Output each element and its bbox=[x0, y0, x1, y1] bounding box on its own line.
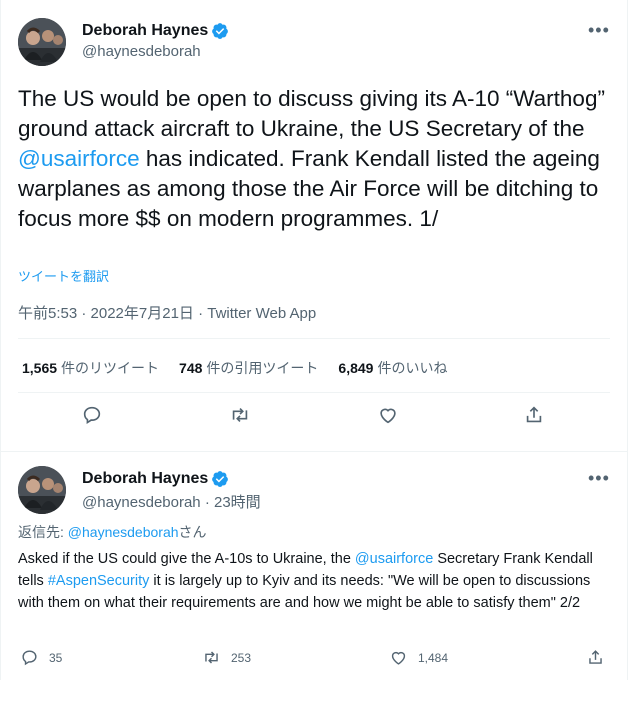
author-name[interactable]: Deborah Haynes bbox=[82, 22, 208, 40]
likes-label: 件のいいね bbox=[377, 360, 448, 376]
share-icon bbox=[589, 650, 602, 664]
divider bbox=[18, 392, 610, 393]
author-handle-time[interactable]: @haynesdeborah · 23時間 bbox=[82, 491, 261, 512]
like-button[interactable]: 1,484 bbox=[389, 648, 448, 667]
quotes-label: 件の引用ツイート bbox=[206, 360, 319, 376]
reply-text: Asked if the US could give the A-10s to … bbox=[18, 548, 614, 614]
translate-link[interactable]: ツイートを翻訳 bbox=[18, 266, 109, 285]
replying-to: 返信先: @haynesdeborahさん bbox=[18, 522, 207, 542]
main-tweet: Deborah Haynes @haynesdeborah ••• The US… bbox=[0, 0, 628, 452]
reply-actions: 35 253 1,484 bbox=[0, 648, 628, 672]
tweet-text: The US would be open to discuss giving i… bbox=[18, 84, 618, 234]
reply-suffix: さん bbox=[178, 524, 207, 540]
author-name-row[interactable]: Deborah Haynes bbox=[82, 22, 229, 40]
retweet-icon bbox=[205, 651, 218, 664]
more-options-icon[interactable]: ••• bbox=[588, 20, 610, 41]
tweet-stats: 1,565 件のリツイート 748 件の引用ツイート 6,849 件のいいね bbox=[22, 358, 467, 378]
reply-prefix: 返信先: bbox=[18, 524, 68, 540]
author-name[interactable]: Deborah Haynes bbox=[82, 470, 208, 488]
reply-count: 35 bbox=[49, 650, 63, 665]
reply-handle-link[interactable]: @haynesdeborah bbox=[68, 524, 179, 540]
share-icon[interactable] bbox=[522, 403, 546, 427]
retweets-stat[interactable]: 1,565 件のリツイート bbox=[22, 358, 159, 378]
avatar[interactable] bbox=[18, 466, 66, 514]
tweet-meta[interactable]: 午前5:53 · 2022年7月21日 · Twitter Web App bbox=[18, 302, 316, 323]
reply-text-part: Asked if the US could give the A-10s to … bbox=[18, 551, 355, 567]
likes-stat[interactable]: 6,849 件のいいね bbox=[338, 358, 447, 378]
retweet-button[interactable]: 253 bbox=[202, 648, 251, 667]
retweets-count: 1,565 bbox=[22, 360, 58, 376]
quotes-stat[interactable]: 748 件の引用ツイート bbox=[179, 358, 318, 378]
avatar[interactable] bbox=[18, 18, 66, 66]
verified-badge-icon bbox=[212, 471, 229, 487]
quotes-count: 748 bbox=[179, 360, 203, 376]
retweets-label: 件のリツイート bbox=[61, 360, 160, 376]
like-count: 1,484 bbox=[418, 650, 449, 665]
verified-badge-icon bbox=[212, 23, 229, 39]
reply-button[interactable]: 35 bbox=[20, 648, 62, 667]
reply-icon bbox=[22, 650, 37, 666]
share-button[interactable] bbox=[586, 648, 615, 667]
heart-icon[interactable] bbox=[376, 403, 400, 427]
author-handle[interactable]: @haynesdeborah bbox=[82, 43, 201, 60]
hashtag-link[interactable]: #AspenSecurity bbox=[48, 573, 150, 589]
reply-icon[interactable] bbox=[80, 403, 104, 427]
mention-link[interactable]: @usairforce bbox=[355, 551, 433, 567]
heart-icon bbox=[391, 651, 406, 665]
mention-link[interactable]: @usairforce bbox=[18, 146, 140, 171]
tweet-actions bbox=[0, 403, 628, 433]
tweet-text-part: The US would be open to discuss giving i… bbox=[18, 86, 605, 141]
author-name-row[interactable]: Deborah Haynes bbox=[82, 470, 229, 488]
retweet-icon[interactable] bbox=[228, 403, 252, 427]
retweet-count: 253 bbox=[231, 650, 252, 665]
divider bbox=[18, 338, 610, 339]
likes-count: 6,849 bbox=[338, 360, 374, 376]
more-options-icon[interactable]: ••• bbox=[588, 468, 610, 489]
